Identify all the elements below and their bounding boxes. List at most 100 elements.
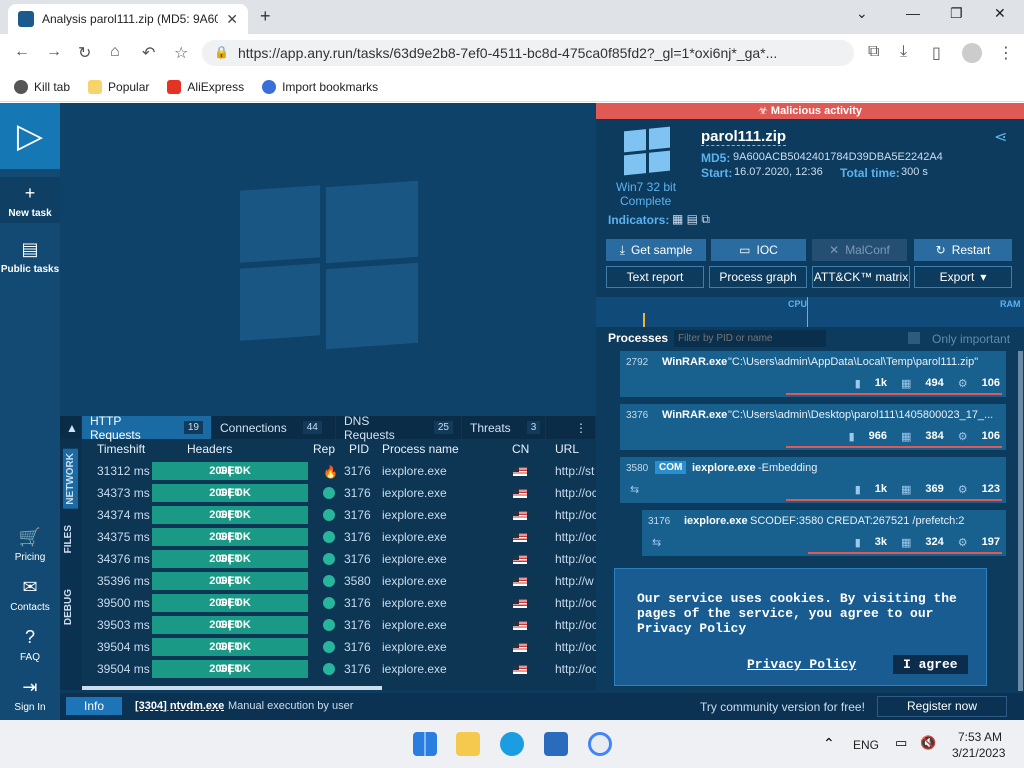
export-button[interactable]: Export ▾ xyxy=(914,266,1012,288)
address-bar[interactable]: 🔒 https://app.any.run/tasks/63d9e2b8-7ef… xyxy=(202,40,854,66)
table-row[interactable]: 34376 ms GET | 200: OK 3176 iexplore.exe h… xyxy=(82,549,598,569)
tray-chevron-icon[interactable]: ⌃ xyxy=(823,735,835,752)
row-headers[interactable]: GET | 200: OK xyxy=(152,594,308,612)
star-icon[interactable]: ☆ xyxy=(174,43,188,63)
row-url[interactable]: http://oc xyxy=(555,508,598,522)
reload-icon[interactable]: ↻ xyxy=(78,43,91,63)
row-headers[interactable]: GET | 200: OK xyxy=(152,572,308,590)
row-url[interactable]: http://st xyxy=(555,464,594,478)
text-report-button[interactable]: Text report xyxy=(606,266,704,288)
row-headers[interactable]: GET | 200: OK xyxy=(152,462,308,480)
row-url[interactable]: http://oc xyxy=(555,640,598,654)
tab-dns-requests[interactable]: DNS Requests 25 xyxy=(336,414,462,442)
row-headers[interactable]: GET | 200: OK xyxy=(152,550,308,568)
row-headers[interactable]: GET | 200: OK xyxy=(152,528,308,546)
process-filter-input[interactable] xyxy=(674,330,826,347)
indicator-icons[interactable]: ▦ ▤ ⧉ xyxy=(672,212,710,227)
sidebar-item-public-tasks[interactable]: ▤ Public tasks xyxy=(0,239,60,275)
row-url[interactable]: http://oc xyxy=(555,618,598,632)
horizontal-scrollbar[interactable] xyxy=(82,686,382,690)
ioc-button[interactable]: ▭ IOC xyxy=(711,239,806,261)
process-item[interactable]: 3176 iexplore.exe SCODEF:3580 CREDAT:267… xyxy=(642,510,1006,556)
row-url[interactable]: http://oc xyxy=(555,530,598,544)
sidebar-item-contacts[interactable]: ✉ Contacts xyxy=(0,577,60,613)
process-item[interactable]: 3580 COM iexplore.exe -Embedding ⇆ ▮ 1k ▦… xyxy=(620,457,1006,503)
vtab-network[interactable]: NETWORK xyxy=(63,449,78,509)
network-icon[interactable]: ▭ xyxy=(895,735,907,751)
row-headers[interactable]: GET | 200: OK xyxy=(152,484,308,502)
bookmark-aliexpress[interactable]: AliExpress xyxy=(167,79,244,94)
home-icon[interactable]: ⌂ xyxy=(110,43,120,61)
forward-icon[interactable]: → xyxy=(46,43,62,61)
clock-date[interactable]: 3/21/2023 xyxy=(952,746,1005,760)
explorer-icon[interactable] xyxy=(456,732,480,756)
sidebar-item-pricing[interactable]: 🛒 Pricing xyxy=(0,527,60,563)
browser-tab[interactable]: Analysis parol111.zip (MD5: 9A60 ✕ xyxy=(8,4,248,34)
new-tab-icon[interactable]: + xyxy=(260,6,271,27)
bookmark-import[interactable]: Import bookmarks xyxy=(262,79,378,94)
share-icon[interactable]: ⋖ xyxy=(994,127,1007,147)
tab-connections[interactable]: Connections 44 xyxy=(212,416,336,439)
community-text[interactable]: Try community version for free! xyxy=(700,700,865,714)
volume-icon[interactable]: 🔇 xyxy=(920,735,936,751)
table-row[interactable]: 39500 ms GET | 200: OK 3176 iexplore.exe h… xyxy=(82,593,598,613)
bookmark-kill-tab[interactable]: Kill tab xyxy=(14,79,70,94)
row-url[interactable]: http://w xyxy=(555,574,594,588)
chrome-icon[interactable] xyxy=(588,732,612,756)
sidebar-item-faq[interactable]: ? FAQ xyxy=(0,627,60,663)
more-icon[interactable]: ⋮ xyxy=(546,416,596,439)
store-icon[interactable] xyxy=(544,732,568,756)
row-url[interactable]: http://oc xyxy=(555,486,598,500)
anyrun-logo-icon[interactable]: ▷ xyxy=(0,103,60,169)
bookmark-popular[interactable]: Popular xyxy=(88,79,149,94)
tab-threats[interactable]: Threats 3 xyxy=(462,416,546,439)
back-icon[interactable]: ← xyxy=(14,43,30,61)
language-indicator[interactable]: ENG xyxy=(853,738,879,752)
row-headers[interactable]: GET | 200: OK xyxy=(152,638,308,656)
restore-icon[interactable]: ❐ xyxy=(950,5,963,22)
close-tab-icon[interactable]: ✕ xyxy=(226,11,238,28)
minimize-icon[interactable]: — xyxy=(906,5,920,21)
vm-screen[interactable] xyxy=(60,103,596,416)
table-row[interactable]: 31312 ms GET | 200: OK 🔥 3176 iexplore.exe… xyxy=(82,461,596,481)
agree-button[interactable]: I agree xyxy=(893,655,968,674)
collapse-icon[interactable]: ▲ xyxy=(60,416,82,439)
malconf-button[interactable]: ✕ MalConf xyxy=(812,239,907,261)
table-row[interactable]: 39504 ms GET | 200: OK 3176 iexplore.exe h… xyxy=(82,637,598,657)
row-url[interactable]: http://oc xyxy=(555,552,598,566)
process-graph-button[interactable]: Process graph xyxy=(709,266,807,288)
get-sample-button[interactable]: ⤓ Get sample xyxy=(606,239,706,261)
sidepanel-icon[interactable]: ▯ xyxy=(932,43,941,63)
table-row[interactable]: 34375 ms GET | 200: OK 3176 iexplore.exe h… xyxy=(82,527,598,547)
row-headers[interactable]: GET | 200: OK xyxy=(152,616,308,634)
download-icon[interactable]: ⤓ xyxy=(900,43,907,61)
info-button[interactable]: Info xyxy=(66,697,122,715)
start-icon[interactable] xyxy=(413,732,437,756)
status-process[interactable]: [3304] ntvdm.exe xyxy=(135,700,224,712)
menu-icon[interactable]: ⋮ xyxy=(998,43,1014,63)
table-row[interactable]: 39504 ms GET | 200: OK 3176 iexplore.exe h… xyxy=(82,659,598,679)
sidebar-item-new-task[interactable]: + New task xyxy=(0,177,60,223)
privacy-policy-link[interactable]: Privacy Policy xyxy=(747,657,856,672)
only-important-checkbox[interactable] xyxy=(908,332,920,344)
process-item[interactable]: 2792 WinRAR.exe "C:\Users\admin\AppData\… xyxy=(620,351,1006,397)
register-button[interactable]: Register now xyxy=(877,696,1007,717)
filename[interactable]: parol111.zip xyxy=(701,128,787,146)
process-scrollbar[interactable] xyxy=(1018,351,1023,691)
row-headers[interactable]: GET | 200: OK xyxy=(152,660,308,678)
tab-http-requests[interactable]: HTTP Requests 19 xyxy=(82,414,212,442)
row-url[interactable]: http://oc xyxy=(555,596,598,610)
chevron-down-icon[interactable]: ⌄ xyxy=(856,5,868,22)
row-url[interactable]: http://oc xyxy=(555,662,598,676)
md5-value[interactable]: 9A600ACB5042401784D39DBA5E2242A4 xyxy=(733,151,943,163)
table-row[interactable]: 35396 ms GET | 200: OK 3580 iexplore.exe h… xyxy=(82,571,596,591)
attck-matrix-button[interactable]: ATT&CK™ matrix xyxy=(812,266,910,288)
vtab-debug[interactable]: DEBUG xyxy=(63,589,74,625)
edge-icon[interactable] xyxy=(500,732,524,756)
vtab-files[interactable]: FILES xyxy=(63,525,74,553)
row-headers[interactable]: GET | 200: OK xyxy=(152,506,308,524)
sidebar-item-sign-in[interactable]: ⇥ Sign In xyxy=(0,677,60,713)
window-close-icon[interactable]: ✕ xyxy=(994,5,1006,22)
restart-button[interactable]: ↻ Restart xyxy=(914,239,1012,261)
profile-avatar[interactable] xyxy=(962,43,982,63)
